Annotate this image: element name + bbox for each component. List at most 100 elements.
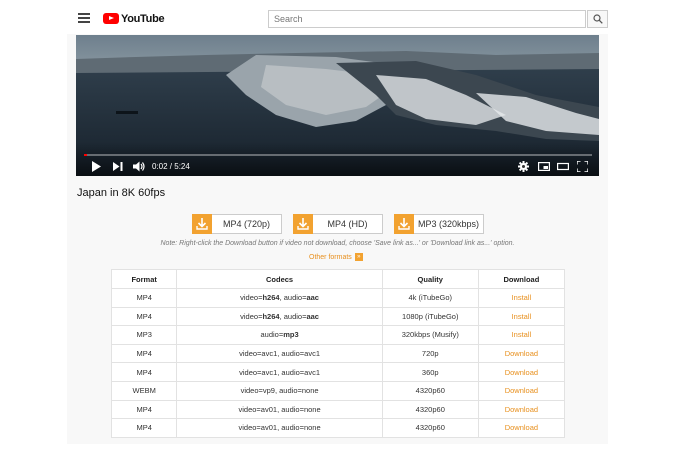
search-input[interactable] — [268, 10, 586, 28]
cell-codecs: video=vp9, audio=none — [176, 380, 383, 401]
download-button-label: MP4 (720p) — [222, 219, 271, 229]
miniplayer-icon[interactable] — [538, 162, 550, 171]
codec-audio-bold: aac — [306, 293, 319, 303]
codec-audio: , audio=none — [274, 386, 319, 396]
cell-codecs: video=h264, audio=aac — [176, 306, 383, 327]
formats-table: Format Codecs Quality Download MP4 video=… — [110, 269, 566, 438]
cell-format: MP4 — [110, 288, 178, 308]
codec-video: video= — [240, 293, 263, 303]
search-button[interactable] — [587, 10, 608, 28]
time-total: 5:24 — [174, 162, 190, 171]
download-link[interactable]: Download — [477, 399, 566, 420]
codec-audio: , audio=none — [277, 423, 321, 433]
time-current: 0:02 — [152, 162, 168, 171]
volume-icon[interactable] — [133, 161, 145, 172]
youtube-logo-icon — [103, 13, 119, 24]
cell-quality: 1080p (iTubeGo) — [381, 306, 479, 327]
cell-format: MP4 — [110, 362, 178, 382]
progress-bar[interactable] — [84, 154, 592, 156]
cell-quality: 4k (iTubeGo) — [381, 288, 479, 308]
fullscreen-icon[interactable] — [577, 161, 588, 172]
cell-format: WEBM — [110, 380, 178, 401]
table-row: WEBM video=vp9, audio=none 4320p60 Download — [110, 380, 566, 401]
table-row: MP4 video=av01, audio=none 4320p60 Download — [110, 399, 566, 420]
download-arrow-icon — [192, 213, 212, 234]
codec-video: video=avc1 — [239, 367, 278, 377]
time-display: 0:02 / 5:24 — [152, 162, 190, 171]
youtube-logo[interactable]: YouTube — [103, 12, 165, 25]
download-link[interactable]: Download — [477, 343, 566, 364]
cell-quality: 4320p60 — [381, 418, 479, 438]
download-button-label: MP3 (320kbps) — [417, 219, 480, 229]
cell-quality: 4320p60 — [381, 380, 479, 401]
play-icon[interactable] — [91, 161, 101, 172]
double-chevron-icon: » — [354, 253, 363, 261]
download-mp4-720p-button[interactable]: MP4 (720p) — [192, 213, 282, 234]
codec-audio: audio= — [260, 330, 284, 340]
table-row: MP4 video=h264, audio=aac 1080p (iTubeGo) I… — [110, 306, 566, 327]
codec-video: video=av01 — [238, 423, 278, 433]
next-icon[interactable] — [113, 162, 123, 171]
cell-codecs: video=avc1, audio=avc1 — [176, 362, 383, 382]
header-format: Format — [110, 269, 178, 289]
table-row: MP4 video=av01, audio=none 4320p60 Download — [110, 418, 566, 438]
menu-icon[interactable] — [78, 13, 90, 23]
codec-audio: , audio= — [279, 293, 307, 303]
table-header-row: Format Codecs Quality Download — [110, 269, 566, 289]
download-mp3-320kbps-button[interactable]: MP3 (320kbps) — [394, 213, 484, 234]
cell-quality: 720p — [381, 343, 479, 364]
download-link[interactable]: Download — [477, 418, 566, 438]
download-link[interactable]: Download — [477, 362, 566, 382]
codec-video: video= — [240, 311, 263, 321]
download-link[interactable]: Download — [477, 380, 566, 401]
table-row: MP3 audio=mp3 320kbps (Musify) Install — [110, 325, 566, 345]
install-link[interactable]: Install — [477, 306, 566, 327]
other-formats-link[interactable]: Other formats » — [309, 253, 363, 261]
install-link[interactable]: Install — [477, 325, 566, 345]
codec-audio-bold: aac — [306, 311, 319, 321]
table-row: MP4 video=avc1, audio=avc1 360p Download — [110, 362, 566, 382]
video-title: Japan in 8K 60fps — [77, 187, 166, 199]
codec-audio: , audio=none — [277, 404, 321, 414]
cell-quality: 320kbps (Musify) — [381, 325, 479, 345]
codec-video: video=av01 — [238, 404, 278, 414]
codec-audio: , audio=avc1 — [277, 349, 321, 359]
codec-audio-bold: mp3 — [283, 330, 299, 340]
download-arrow-icon — [293, 213, 313, 234]
youtube-logo-text: YouTube — [121, 12, 165, 25]
install-link[interactable]: Install — [477, 288, 566, 308]
codec-audio: , audio=avc1 — [277, 367, 321, 377]
download-note: Note: Right-click the Download button if… — [160, 240, 515, 247]
settings-icon[interactable] — [518, 161, 529, 172]
table-row: MP4 video=avc1, audio=avc1 720p Download — [110, 343, 566, 364]
codec-video: video=avc1 — [239, 349, 278, 359]
theater-icon[interactable] — [557, 162, 569, 171]
cell-quality: 4320p60 — [381, 399, 479, 420]
cell-codecs: audio=mp3 — [176, 325, 383, 345]
cell-codecs: video=h264, audio=aac — [176, 288, 383, 308]
codec-video-bold: h264 — [262, 311, 280, 321]
codec-video: video=vp9 — [240, 386, 275, 396]
video-player[interactable]: 0:02 / 5:24 — [76, 35, 599, 176]
header-quality: Quality — [381, 269, 479, 289]
cell-format: MP4 — [110, 306, 178, 327]
codec-audio: , audio= — [279, 311, 307, 321]
cell-format: MP4 — [110, 399, 178, 420]
cell-quality: 360p — [381, 362, 479, 382]
cell-format: MP3 — [110, 325, 178, 345]
cell-format: MP4 — [110, 343, 178, 364]
download-mp4-hd-button[interactable]: MP4 (HD) — [293, 213, 383, 234]
download-button-label: MP4 (HD) — [327, 219, 368, 229]
codec-video-bold: h264 — [262, 293, 280, 303]
download-arrow-icon — [394, 213, 414, 234]
search-icon — [593, 14, 603, 24]
table-row: MP4 video=h264, audio=aac 4k (iTubeGo) Inst… — [110, 288, 566, 308]
cell-codecs: video=avc1, audio=avc1 — [176, 343, 383, 364]
cell-codecs: video=av01, audio=none — [176, 418, 383, 438]
cell-codecs: video=av01, audio=none — [176, 399, 383, 420]
header-download: Download — [477, 269, 566, 289]
header-codecs: Codecs — [176, 269, 383, 289]
cell-format: MP4 — [110, 418, 178, 438]
other-formats-label: Other formats — [309, 253, 352, 261]
progress-fill — [84, 154, 88, 156]
